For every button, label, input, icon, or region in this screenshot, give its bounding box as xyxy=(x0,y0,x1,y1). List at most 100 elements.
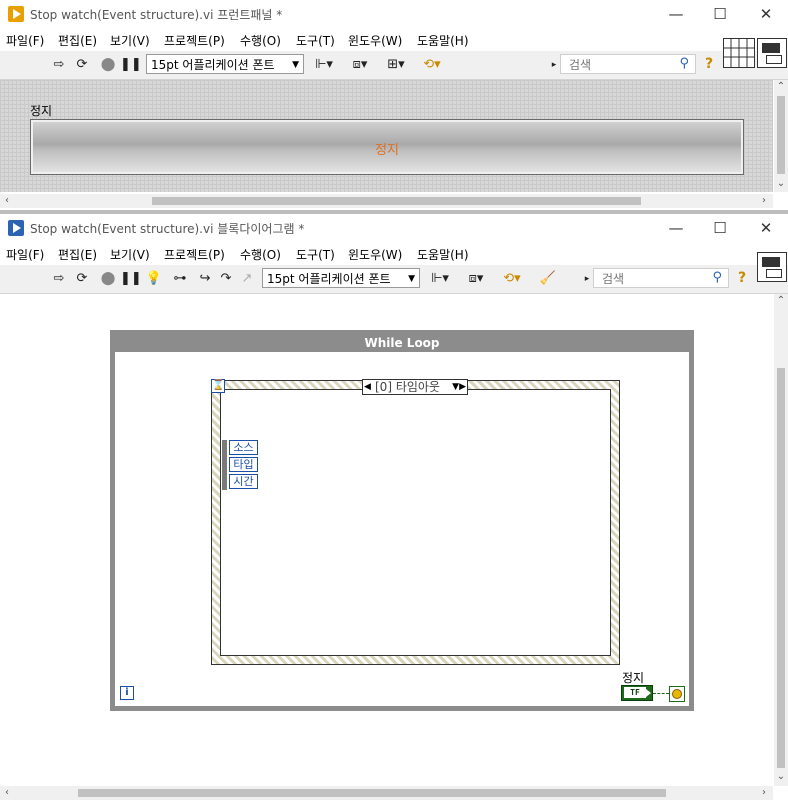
font-select[interactable]: 15pt 어플리케이션 폰트 ▼ xyxy=(262,268,420,288)
menu-operate[interactable]: 수행(O) xyxy=(240,32,281,49)
menu-tools[interactable]: 도구(T) xyxy=(296,32,335,49)
menu-window[interactable]: 윈도우(W) xyxy=(348,246,402,263)
decrement-arrow-icon[interactable]: ◀ xyxy=(364,380,371,394)
scroll-right-icon[interactable]: › xyxy=(757,786,771,800)
chevron-down-icon: ▼ xyxy=(408,274,415,284)
labview-vi-icon xyxy=(8,220,24,236)
event-data-source[interactable]: 소스 xyxy=(229,440,258,455)
highlight-execution-icon[interactable]: 💡 xyxy=(145,270,163,288)
vi-icon[interactable] xyxy=(757,38,787,68)
front-panel-vscroll[interactable]: ⌃ ⌄ xyxy=(774,80,788,192)
stop-button-text: 정지 xyxy=(375,143,399,158)
scroll-right-icon[interactable]: › xyxy=(757,194,771,208)
event-data-node: 소스 타입 시간 xyxy=(222,440,258,490)
help-icon[interactable]: ? xyxy=(733,269,751,287)
menu-edit[interactable]: 편집(E) xyxy=(58,32,97,49)
menu-window[interactable]: 윈도우(W) xyxy=(348,32,402,49)
pause-icon[interactable]: ❚❚ xyxy=(120,270,142,288)
scroll-up-icon[interactable]: ⌃ xyxy=(774,80,788,94)
menu-view[interactable]: 보기(V) xyxy=(110,246,150,263)
align-objects-icon[interactable]: ⊩▾ xyxy=(310,56,338,74)
iteration-terminal[interactable]: i xyxy=(120,686,134,700)
search-icon[interactable]: ⚲ xyxy=(679,56,689,71)
menu-file[interactable]: 파일(F) xyxy=(6,32,44,49)
front-panel-hscroll[interactable]: ‹ › xyxy=(0,194,773,208)
block-diagram-menubar: 파일(F) 편집(E) 보기(V) 프로젝트(P) 수행(O) 도구(T) 윈도… xyxy=(0,243,788,265)
scroll-up-icon[interactable]: ⌃ xyxy=(774,294,788,308)
search-expand-icon[interactable]: ▸ xyxy=(549,56,559,74)
menu-project[interactable]: 프로젝트(P) xyxy=(164,246,225,263)
search-box[interactable]: ⚲ xyxy=(593,268,729,288)
abort-icon[interactable]: ⬤ xyxy=(99,56,117,74)
font-select[interactable]: 15pt 어플리케이션 폰트 ▼ xyxy=(146,54,304,74)
hscroll-thumb[interactable] xyxy=(78,789,666,797)
boolean-wire[interactable] xyxy=(653,693,669,694)
run-continuously-icon[interactable]: ⟳ xyxy=(72,270,92,288)
menu-project[interactable]: 프로젝트(P) xyxy=(164,32,225,49)
scroll-down-icon[interactable]: ⌄ xyxy=(774,177,788,191)
block-diagram-vscroll[interactable]: ⌃ ⌄ xyxy=(774,294,788,786)
event-data-time[interactable]: 시간 xyxy=(229,474,258,489)
loop-condition-terminal[interactable] xyxy=(669,686,685,702)
clean-up-diagram-icon[interactable]: 🧹 xyxy=(536,270,560,288)
run-arrow-icon[interactable]: ⇨ xyxy=(50,270,68,288)
terminal-arrow-icon xyxy=(646,689,651,697)
stop-button[interactable]: 정지 xyxy=(30,119,744,175)
boolean-type-text: TF xyxy=(624,687,646,698)
reorder-icon[interactable]: ⟲▾ xyxy=(498,270,526,288)
scroll-down-icon[interactable]: ⌄ xyxy=(774,770,788,784)
vi-icon[interactable] xyxy=(757,252,787,282)
menu-view[interactable]: 보기(V) xyxy=(110,32,150,49)
run-arrow-icon[interactable]: ⇨ xyxy=(50,56,68,74)
scroll-left-icon[interactable]: ‹ xyxy=(0,786,14,800)
stop-terminal-label: 정지 xyxy=(622,671,645,685)
minimize-button[interactable]: — xyxy=(653,2,699,26)
reorder-icon[interactable]: ⟲▾ xyxy=(418,56,446,74)
run-continuously-icon[interactable]: ⟳ xyxy=(72,56,92,74)
vscroll-thumb[interactable] xyxy=(777,368,785,768)
front-panel-titlebar: Stop watch(Event structure).vi 프런트패널 * —… xyxy=(0,0,788,28)
maximize-button[interactable]: ☐ xyxy=(697,2,743,26)
close-button[interactable]: ✕ xyxy=(743,2,788,26)
search-icon[interactable]: ⚲ xyxy=(712,270,722,285)
event-data-type[interactable]: 타입 xyxy=(229,457,258,472)
align-objects-icon[interactable]: ⊩▾ xyxy=(426,270,454,288)
menu-file[interactable]: 파일(F) xyxy=(6,246,44,263)
minimize-button[interactable]: — xyxy=(653,216,699,240)
menu-edit[interactable]: 편집(E) xyxy=(58,246,97,263)
block-diagram-toolbar: ⇨ ⟳ ⬤ ❚❚ 💡 ⊶ ↪ ↷ ↗ 15pt 어플리케이션 폰트 ▼ ⊩▾ ⧈… xyxy=(0,265,788,294)
event-structure[interactable] xyxy=(211,380,620,665)
search-input[interactable] xyxy=(600,270,704,288)
search-expand-icon[interactable]: ▸ xyxy=(582,270,592,288)
while-loop-label: While Loop xyxy=(110,330,694,352)
hscroll-thumb[interactable] xyxy=(152,197,641,205)
maximize-button[interactable]: ☐ xyxy=(697,216,743,240)
menu-help[interactable]: 도움말(H) xyxy=(417,246,469,263)
event-case-selector[interactable]: ◀ [0] 타임아웃 ▼▶ xyxy=(362,379,468,395)
step-into-icon[interactable]: ↪ xyxy=(195,270,215,288)
block-diagram-hscroll[interactable]: ‹ › xyxy=(0,786,773,800)
chevron-down-icon: ▼ xyxy=(292,60,299,70)
timeout-terminal-icon[interactable]: ⌛ xyxy=(211,379,225,393)
close-button[interactable]: ✕ xyxy=(743,216,788,240)
resize-objects-icon[interactable]: ⊞▾ xyxy=(382,56,410,74)
search-input[interactable] xyxy=(567,56,671,74)
search-box[interactable]: ⚲ xyxy=(560,54,696,74)
menu-help[interactable]: 도움말(H) xyxy=(417,32,469,49)
increment-arrow-icon[interactable]: ▼▶ xyxy=(452,380,466,394)
help-icon[interactable]: ? xyxy=(700,55,718,73)
block-diagram-title: Stop watch(Event structure).vi 블록다이어그램 * xyxy=(30,222,305,236)
scroll-left-icon[interactable]: ‹ xyxy=(0,194,14,208)
menu-tools[interactable]: 도구(T) xyxy=(296,246,335,263)
distribute-objects-icon[interactable]: ⧈▾ xyxy=(462,270,490,288)
menu-operate[interactable]: 수행(O) xyxy=(240,246,281,263)
retain-wire-values-icon[interactable]: ⊶ xyxy=(170,270,190,288)
step-out-icon[interactable]: ↗ xyxy=(238,270,256,288)
stop-boolean-terminal[interactable]: TF xyxy=(621,685,653,701)
distribute-objects-icon[interactable]: ⧈▾ xyxy=(346,56,374,74)
vscroll-thumb[interactable] xyxy=(777,96,785,174)
pause-icon[interactable]: ❚❚ xyxy=(120,56,142,74)
step-over-icon[interactable]: ↷ xyxy=(217,270,235,288)
abort-icon[interactable]: ⬤ xyxy=(99,270,117,288)
connector-pane-icon[interactable] xyxy=(723,38,755,68)
